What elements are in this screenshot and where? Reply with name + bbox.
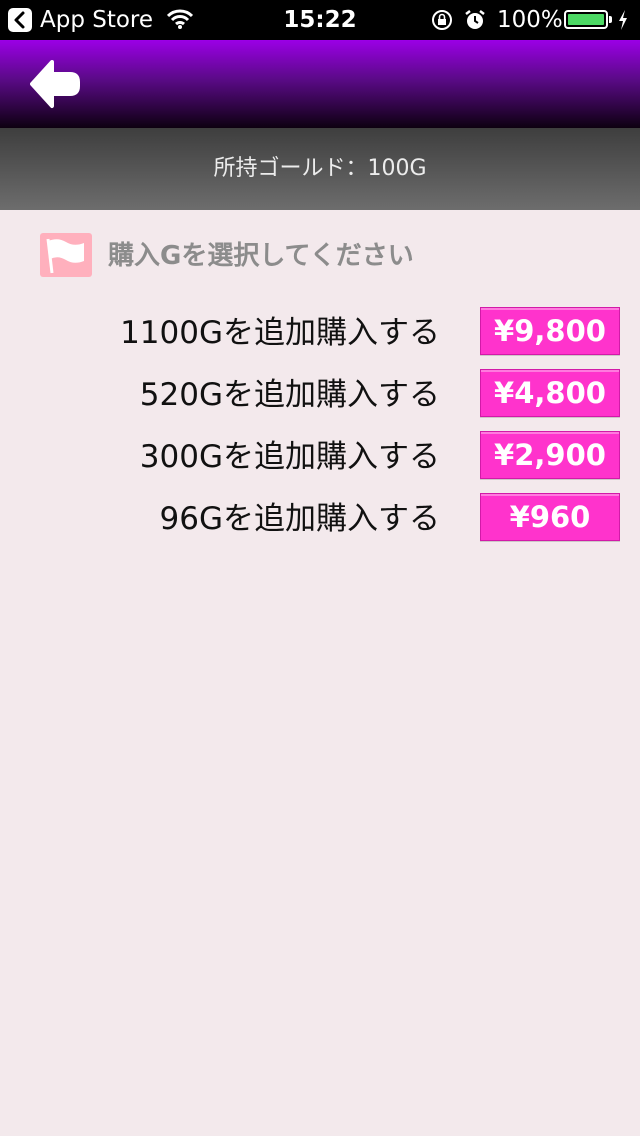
gold-balance-bar: 所持ゴールド：100G: [0, 128, 640, 210]
charging-icon: [617, 9, 629, 35]
back-button[interactable]: [30, 56, 86, 112]
purchase-option-label: 96Gを追加購入する: [159, 501, 440, 537]
price-button-9800[interactable]: ¥9,800: [480, 307, 620, 355]
price-button-960[interactable]: ¥960: [480, 493, 620, 541]
purchase-option-row: 1100Gを追加購入する ¥9,800: [0, 307, 640, 357]
purchase-option-label: 1100Gを追加購入する: [120, 315, 440, 351]
purchase-option-label: 300Gを追加購入する: [139, 439, 440, 475]
back-arrow-icon: [30, 60, 80, 108]
gold-balance: 所持ゴールド：100G: [213, 156, 427, 181]
battery-icon: [564, 10, 608, 29]
battery-level: [568, 14, 604, 25]
purchase-option-row: 96Gを追加購入する ¥960: [0, 493, 640, 543]
price-button-2900[interactable]: ¥2,900: [480, 431, 620, 479]
status-bar: App Store 15:22 100%: [0, 0, 640, 40]
header-bar: [0, 40, 640, 128]
purchase-option-label: 520Gを追加購入する: [139, 377, 440, 413]
battery-percent: 100%: [497, 7, 563, 33]
battery-cap: [609, 16, 612, 23]
purchase-option-row: 300Gを追加購入する ¥2,900: [0, 431, 640, 481]
alarm-icon: [463, 8, 487, 36]
flag-icon: [40, 233, 92, 277]
rotation-lock-icon: [430, 9, 454, 35]
purchase-option-row: 520Gを追加購入する ¥4,800: [0, 369, 640, 419]
price-button-4800[interactable]: ¥4,800: [480, 369, 620, 417]
section-title: 購入Gを選択してください: [108, 241, 414, 271]
